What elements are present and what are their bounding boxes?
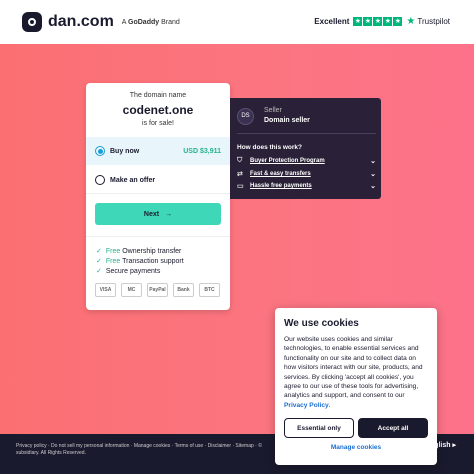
trust-label: Excellent bbox=[314, 17, 350, 26]
buy-now-price: USD $3,911 bbox=[183, 147, 221, 155]
feature-item: ✓ Secure payments bbox=[96, 268, 161, 275]
accept-all-button[interactable]: Accept all bbox=[358, 418, 428, 439]
checkmark-icon: ✓ bbox=[96, 258, 102, 265]
buy-now-label: Buy now bbox=[110, 147, 140, 155]
transfer-icon: ⇄ bbox=[237, 171, 243, 178]
star-icon: ★ bbox=[393, 17, 403, 26]
brand-tagline: A GoDaddy Brand bbox=[121, 18, 180, 26]
mastercard-icon: MC bbox=[121, 283, 142, 297]
divider bbox=[86, 193, 230, 194]
dan-logo-icon[interactable] bbox=[22, 12, 42, 32]
bitcoin-icon: BTC bbox=[199, 283, 220, 297]
seller-header: DS Seller Domain seller bbox=[230, 98, 381, 126]
how-item-buyer-protection[interactable]: ⛉ Buyer Protection Program ⌄ bbox=[237, 157, 376, 165]
cookie-title: We use cookies bbox=[284, 318, 359, 329]
how-it-works-title: How does this work? bbox=[237, 144, 303, 151]
chevron-down-icon: ⌄ bbox=[370, 158, 376, 165]
cookie-buttons: Essential only Accept all bbox=[284, 418, 428, 439]
make-offer-label: Make an offer bbox=[110, 176, 156, 184]
star-icon: ★ bbox=[373, 17, 383, 26]
sale-card: The domain name codenet.one is for sale!… bbox=[86, 83, 230, 310]
divider bbox=[86, 236, 230, 237]
how-item-hassle-free-payments[interactable]: ▭ Hassle free payments ⌄ bbox=[237, 182, 376, 190]
seller-info: Seller Domain seller bbox=[264, 106, 310, 126]
card-heading: The domain name codenet.one is for sale! bbox=[86, 83, 230, 127]
next-button[interactable]: Next → bbox=[95, 203, 221, 225]
how-item-label: Buyer Protection Program bbox=[250, 158, 325, 164]
buy-now-radio[interactable] bbox=[95, 146, 105, 156]
site-header: dan.com A GoDaddy Brand Excellent ★ ★ ★ … bbox=[0, 0, 474, 44]
essential-only-button[interactable]: Essential only bbox=[284, 418, 354, 439]
rating-stars: ★ ★ ★ ★ ★ bbox=[353, 17, 403, 26]
feature-item: ✓ Free Transaction support bbox=[96, 258, 184, 265]
outro-text: is for sale! bbox=[142, 120, 174, 127]
checkmark-icon: ✓ bbox=[96, 248, 102, 255]
seller-avatar: DS bbox=[237, 107, 254, 125]
trustpilot-logo: ★ Trustpilot bbox=[406, 16, 450, 27]
trustpilot-star-icon: ★ bbox=[406, 16, 416, 27]
feature-item: ✓ Free Ownership transfer bbox=[96, 248, 182, 255]
buy-now-option[interactable]: Buy now USD $3,911 bbox=[86, 137, 230, 165]
arrow-right-icon: → bbox=[165, 210, 173, 218]
checkmark-icon: ✓ bbox=[96, 268, 102, 275]
divider bbox=[237, 133, 376, 134]
seller-name: Domain seller bbox=[264, 117, 310, 124]
chevron-down-icon: ⌄ bbox=[370, 171, 376, 178]
cookie-banner: We use cookies Our website uses cookies … bbox=[275, 308, 437, 465]
how-item-fast-transfers[interactable]: ⇄ Fast & easy transfers ⌄ bbox=[237, 170, 376, 178]
manage-cookies-link[interactable]: Manage cookies bbox=[284, 444, 428, 451]
how-item-label: Fast & easy transfers bbox=[250, 171, 311, 177]
paypal-icon: PayPal bbox=[147, 283, 168, 297]
bank-icon: Bank bbox=[173, 283, 194, 297]
logo-text[interactable]: dan.com bbox=[48, 13, 114, 31]
make-offer-option[interactable]: Make an offer bbox=[95, 175, 155, 185]
star-icon: ★ bbox=[353, 17, 363, 26]
seller-panel: DS Seller Domain seller How does this wo… bbox=[230, 98, 381, 199]
next-label: Next bbox=[143, 210, 160, 218]
credit-card-icon: ▭ bbox=[237, 183, 244, 190]
visa-icon: VISA bbox=[95, 283, 116, 297]
domain-name: codenet.one bbox=[122, 103, 194, 117]
payment-methods: VISA MC PayPal Bank BTC bbox=[95, 283, 220, 297]
how-item-label: Hassle free payments bbox=[250, 183, 312, 189]
cookie-text: Our website uses cookies and similar tec… bbox=[284, 336, 423, 409]
star-icon: ★ bbox=[363, 17, 373, 26]
privacy-policy-link[interactable]: Privacy Policy bbox=[284, 402, 329, 409]
chevron-down-icon: ⌄ bbox=[370, 183, 376, 190]
star-icon: ★ bbox=[383, 17, 393, 26]
shield-icon: ⛉ bbox=[237, 157, 243, 164]
make-offer-radio[interactable] bbox=[95, 175, 105, 185]
feature-list: ✓ Free Ownership transfer ✓ Free Transacti… bbox=[96, 247, 184, 277]
trustpilot-rating[interactable]: Excellent ★ ★ ★ ★ ★ ★ Trustpilot bbox=[314, 16, 450, 27]
seller-role: Seller bbox=[264, 107, 282, 114]
intro-text: The domain name bbox=[129, 92, 187, 99]
